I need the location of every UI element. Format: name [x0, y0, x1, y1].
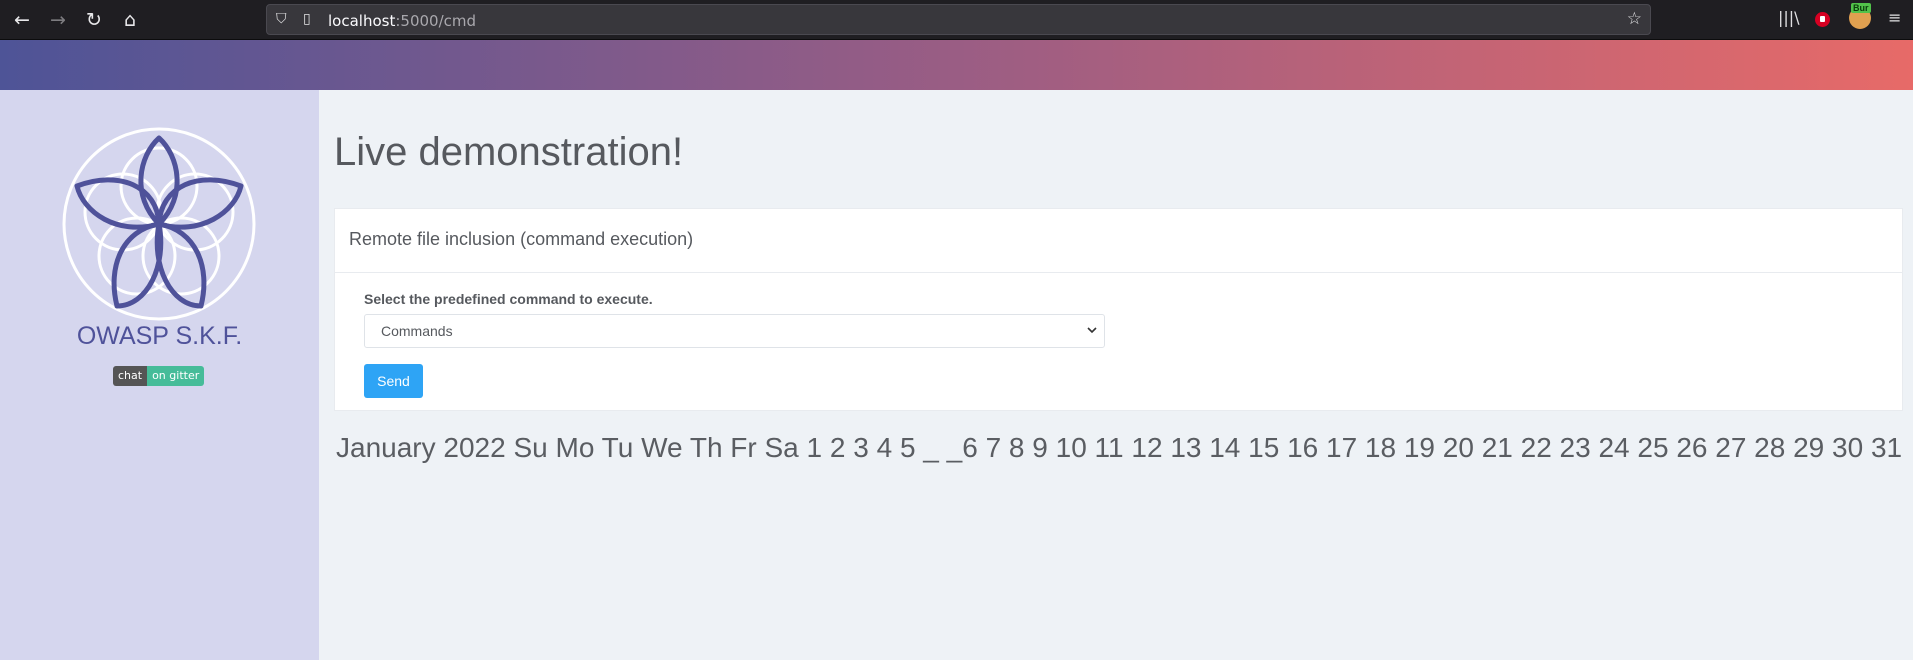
url-host: localhost: [328, 12, 396, 30]
burp-extension-label: Bur: [1851, 3, 1871, 13]
forward-arrow-icon[interactable]: →: [45, 7, 71, 33]
calendar-widget: January 2022 Su Mo Tu We Th Fr Sa 1 2 3 …: [336, 432, 1903, 463]
page-title: Live demonstration!: [334, 130, 684, 174]
brand-name: OWASP S.K.F.: [76, 322, 243, 350]
send-button[interactable]: Send: [364, 364, 423, 398]
star-icon[interactable]: ☆: [1627, 9, 1642, 29]
reload-icon[interactable]: ↻: [81, 7, 107, 33]
back-arrow-icon[interactable]: ←: [9, 7, 35, 33]
browser-toolbar: ← → ↻ ⌂ ⛉ ▯ localhost:5000/cmd ☆ |||\ Bu…: [0, 0, 1913, 40]
owasp-skf-logo[interactable]: [61, 126, 257, 322]
chevron-down-icon: [1087, 327, 1097, 334]
main-content: Live demonstration! Remote file inclusio…: [319, 90, 1913, 660]
url-text[interactable]: localhost:5000/cmd: [328, 12, 476, 30]
tracking-shield-icon[interactable]: ⛉: [276, 11, 287, 27]
lab-card: Remote file inclusion (command execution…: [334, 208, 1903, 411]
lock-extension-icon[interactable]: [1815, 12, 1830, 27]
card-title: Remote file inclusion (command execution…: [349, 229, 694, 249]
header-banner: [0, 40, 1913, 90]
url-bar[interactable]: ⛉ ▯ localhost:5000/cmd ☆: [266, 4, 1651, 35]
home-icon[interactable]: ⌂: [117, 7, 143, 33]
gitter-chat-badge[interactable]: chat on gitter: [113, 366, 205, 386]
badge-gitter-label: on gitter: [147, 366, 205, 386]
command-select-label: Select the predefined command to execute…: [364, 291, 653, 307]
page-info-icon[interactable]: ▯: [303, 11, 311, 27]
badge-chat-label: chat: [113, 366, 148, 386]
command-select[interactable]: Commands: [364, 314, 1105, 348]
sidebar: OWASP S.K.F. chat on gitter: [0, 90, 319, 660]
library-icon[interactable]: |||\: [1778, 8, 1800, 27]
card-header: Remote file inclusion (command execution…: [335, 209, 1902, 273]
hamburger-menu-icon[interactable]: ≡: [1888, 8, 1901, 27]
url-path: :5000/cmd: [395, 12, 477, 30]
select-value: Commands: [381, 323, 453, 339]
